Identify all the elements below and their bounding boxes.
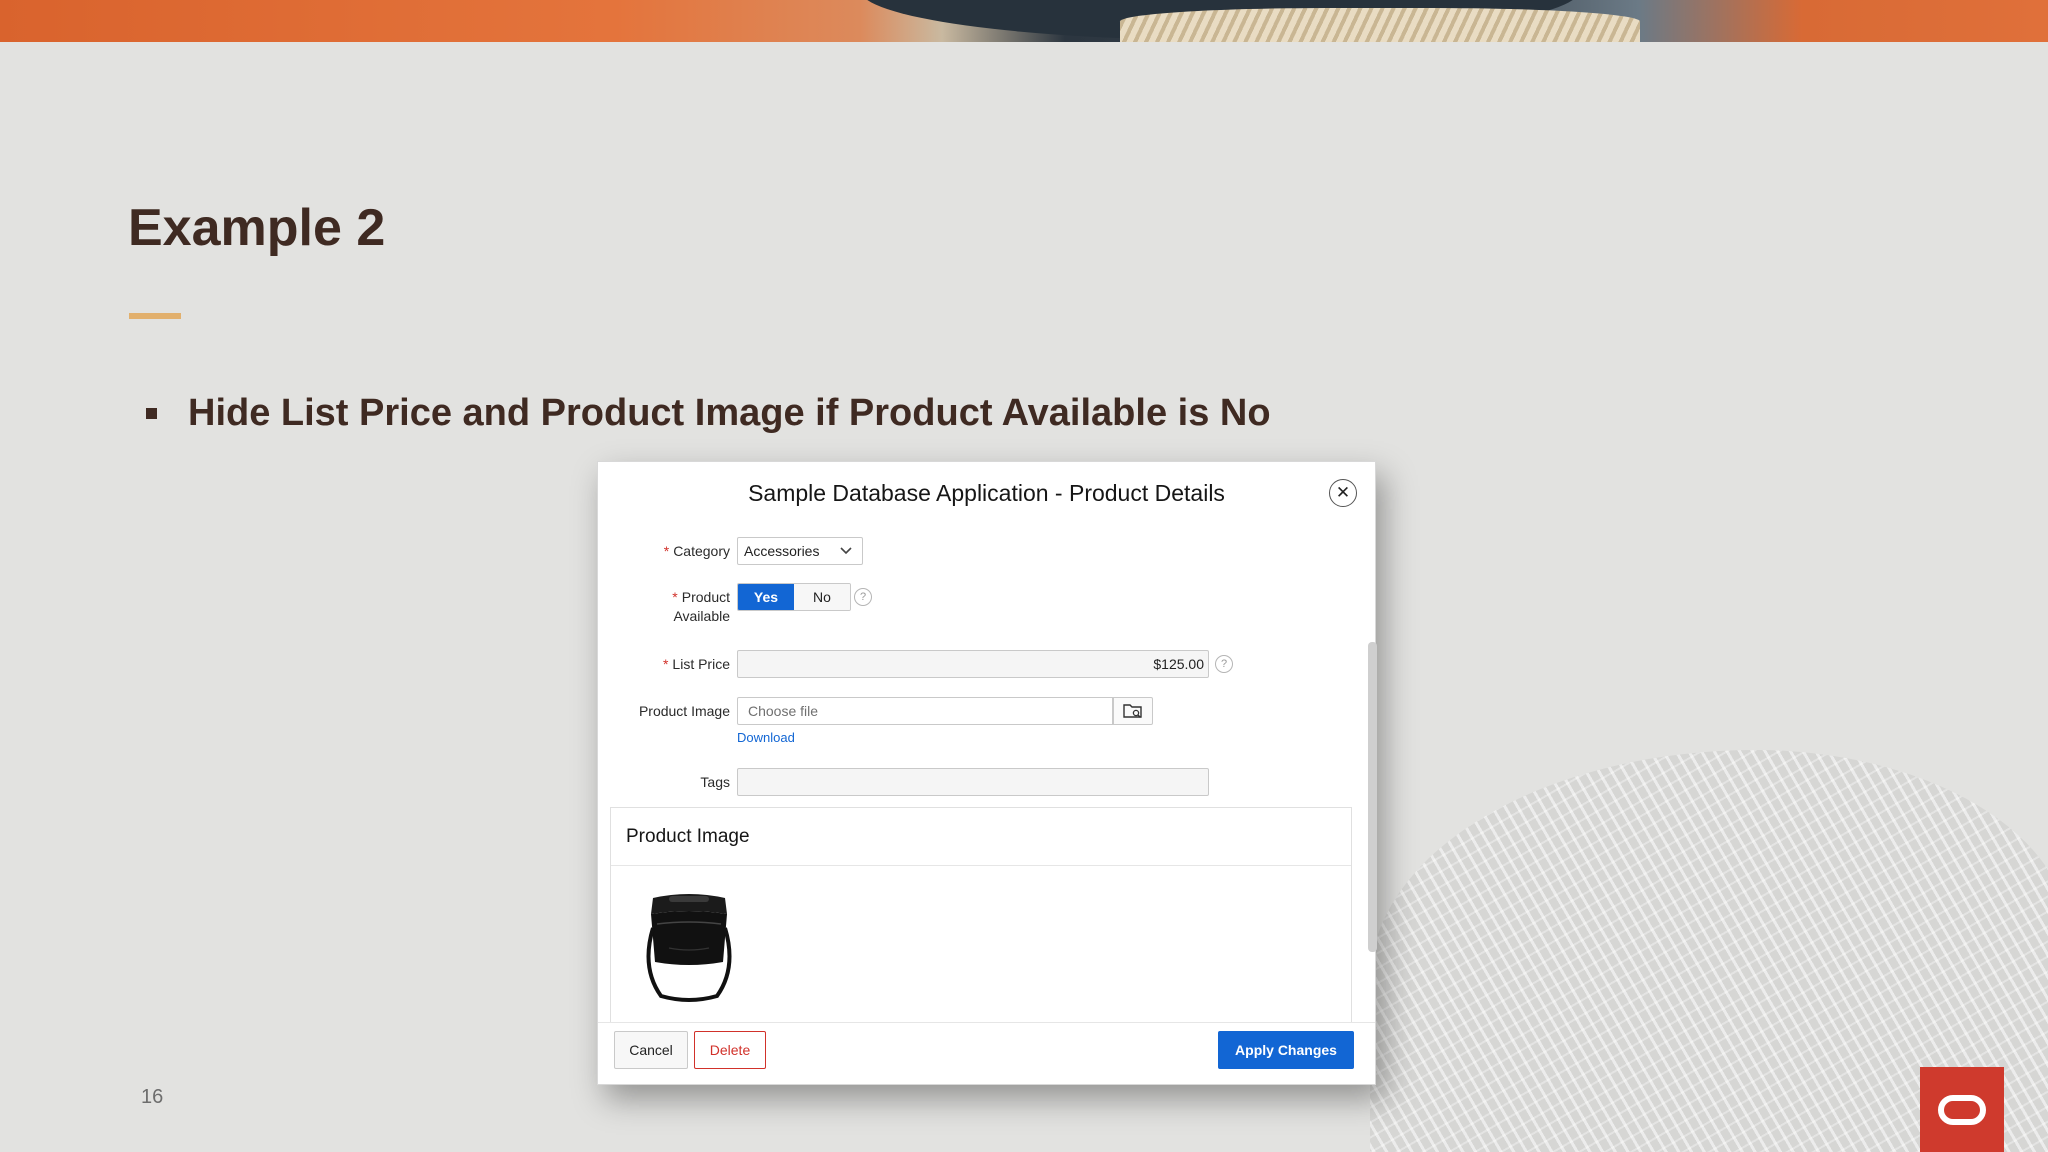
product-bag-image bbox=[646, 894, 732, 1002]
top-banner-image bbox=[0, 0, 2048, 42]
required-marker: * bbox=[663, 543, 670, 559]
cancel-button[interactable]: Cancel bbox=[614, 1031, 688, 1069]
list-price-input[interactable]: $125.00 bbox=[737, 650, 1209, 678]
bullet-item: Hide List Price and Product Image if Pro… bbox=[146, 388, 1271, 438]
product-available-toggle[interactable]: Yes No bbox=[737, 583, 851, 611]
list-price-label: * List Price bbox=[662, 656, 730, 672]
product-image-label: Product Image bbox=[638, 703, 730, 719]
help-icon[interactable]: ? bbox=[854, 588, 872, 606]
banner-texture bbox=[1120, 8, 1640, 42]
chevron-down-icon bbox=[840, 538, 852, 573]
required-marker: * bbox=[662, 656, 669, 672]
option-yes[interactable]: Yes bbox=[738, 584, 794, 610]
delete-button[interactable]: Delete bbox=[694, 1031, 766, 1069]
category-select[interactable]: Accessories bbox=[737, 537, 863, 565]
product-image-region: Product Image bbox=[610, 807, 1352, 1022]
close-icon: ✕ bbox=[1335, 483, 1351, 502]
bullet-text: Hide List Price and Product Image if Pro… bbox=[188, 391, 1271, 434]
bullet-square-icon bbox=[146, 407, 157, 419]
category-label: * Category bbox=[663, 543, 730, 559]
folder-search-icon bbox=[1123, 704, 1142, 718]
slide-title: Example 2 bbox=[128, 199, 386, 257]
logo-ring bbox=[1938, 1094, 1986, 1125]
dialog-title: Sample Database Application - Product De… bbox=[748, 480, 1225, 506]
apply-changes-button[interactable]: Apply Changes bbox=[1218, 1031, 1354, 1069]
product-available-label: * Product Available bbox=[672, 589, 730, 624]
browse-file-button[interactable] bbox=[1113, 697, 1153, 725]
tags-label: Tags bbox=[700, 774, 730, 790]
product-image-file-input[interactable]: Choose file bbox=[737, 697, 1113, 725]
dialog-scrollbar[interactable] bbox=[1368, 642, 1377, 952]
region-title: Product Image bbox=[611, 808, 1351, 866]
help-icon[interactable]: ? bbox=[1215, 655, 1233, 673]
close-button[interactable]: ✕ bbox=[1329, 479, 1357, 507]
brand-logo-icon bbox=[1920, 1067, 2004, 1152]
category-value: Accessories bbox=[744, 543, 820, 559]
option-no[interactable]: No bbox=[794, 584, 850, 610]
product-details-dialog: Sample Database Application - Product De… bbox=[597, 461, 1377, 1085]
slide-number: 16 bbox=[141, 1086, 164, 1108]
tags-input[interactable] bbox=[737, 768, 1209, 796]
required-marker: * bbox=[672, 589, 678, 605]
download-link[interactable]: Download bbox=[737, 730, 795, 745]
footer-divider bbox=[598, 1022, 1375, 1023]
title-underline bbox=[129, 313, 181, 319]
